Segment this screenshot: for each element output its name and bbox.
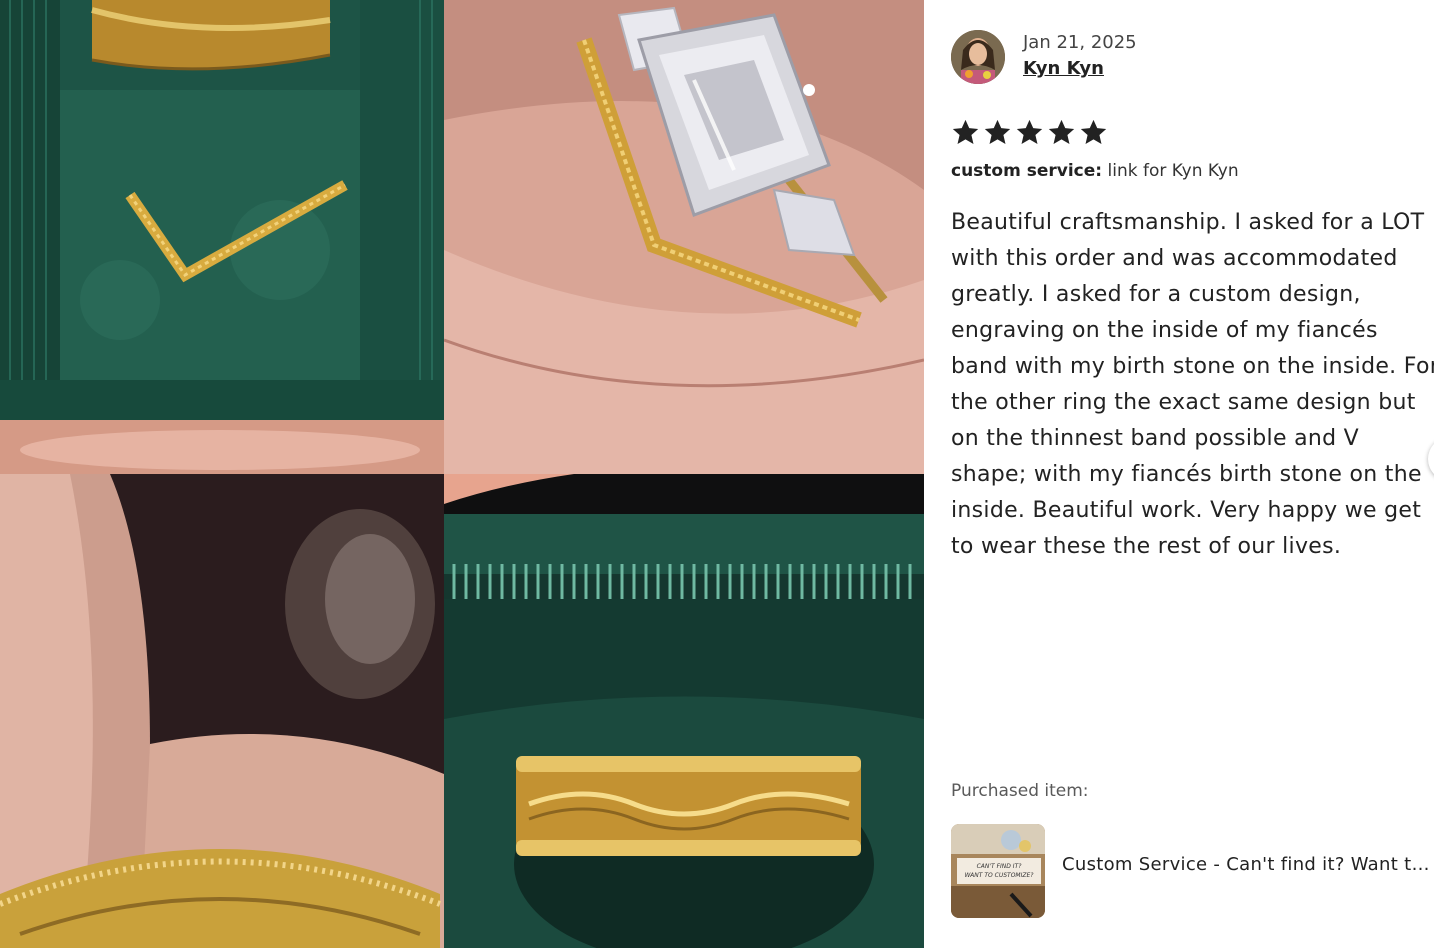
- reviewer-avatar-image: [951, 30, 1005, 84]
- variation-value: link for Kyn Kyn: [1107, 161, 1239, 181]
- star-icon: [1080, 119, 1107, 144]
- review-panel: Jan 21, 2025 Kyn Kyn custom service: lin…: [951, 0, 1434, 948]
- review-photo-v-band-in-box[interactable]: [0, 0, 444, 474]
- star-icon: [1048, 119, 1075, 144]
- photo-wide-band-image: [444, 474, 924, 948]
- reviewer-name-link[interactable]: Kyn Kyn: [1023, 58, 1104, 79]
- chevron-right-icon: [1428, 437, 1434, 481]
- reviewer-avatar[interactable]: [951, 30, 1005, 84]
- review-photo-gallery: [0, 0, 924, 948]
- star-icon: [952, 119, 979, 144]
- photo-band-closeup-image: [0, 474, 444, 948]
- review-variation: custom service: link for Kyn Kyn: [951, 161, 1239, 181]
- variation-label: custom service:: [951, 161, 1103, 181]
- purchased-item-title-link[interactable]: Custom Service - Can't find it? Want to …: [1062, 854, 1434, 875]
- review-date: Jan 21, 2025: [1023, 32, 1137, 53]
- star-rating: [951, 118, 1108, 147]
- purchased-item-label: Purchased item:: [951, 781, 1089, 801]
- purchased-item-thumbnail[interactable]: CAN'T FIND IT? WANT TO CUSTOMIZE?: [951, 824, 1045, 918]
- star-icon: [1016, 119, 1043, 144]
- thumb-text-line1: CAN'T FIND IT?: [977, 863, 1023, 870]
- thumb-text-line2: WANT TO CUSTOMIZE?: [965, 872, 1035, 879]
- review-text: Beautiful craftsmanship. I asked for a L…: [951, 210, 1434, 559]
- star-icon: [984, 119, 1011, 144]
- purchased-item-thumbnail-image: CAN'T FIND IT? WANT TO CUSTOMIZE?: [951, 824, 1045, 918]
- next-review-button[interactable]: [1428, 437, 1434, 481]
- photo-v-band-image: [0, 0, 444, 474]
- review-photo-engagement-ring[interactable]: [444, 0, 924, 474]
- review-photo-band-closeup[interactable]: [0, 474, 444, 948]
- review-photo-wide-band-in-box[interactable]: [444, 474, 924, 948]
- photo-engagement-ring-image: [444, 0, 924, 474]
